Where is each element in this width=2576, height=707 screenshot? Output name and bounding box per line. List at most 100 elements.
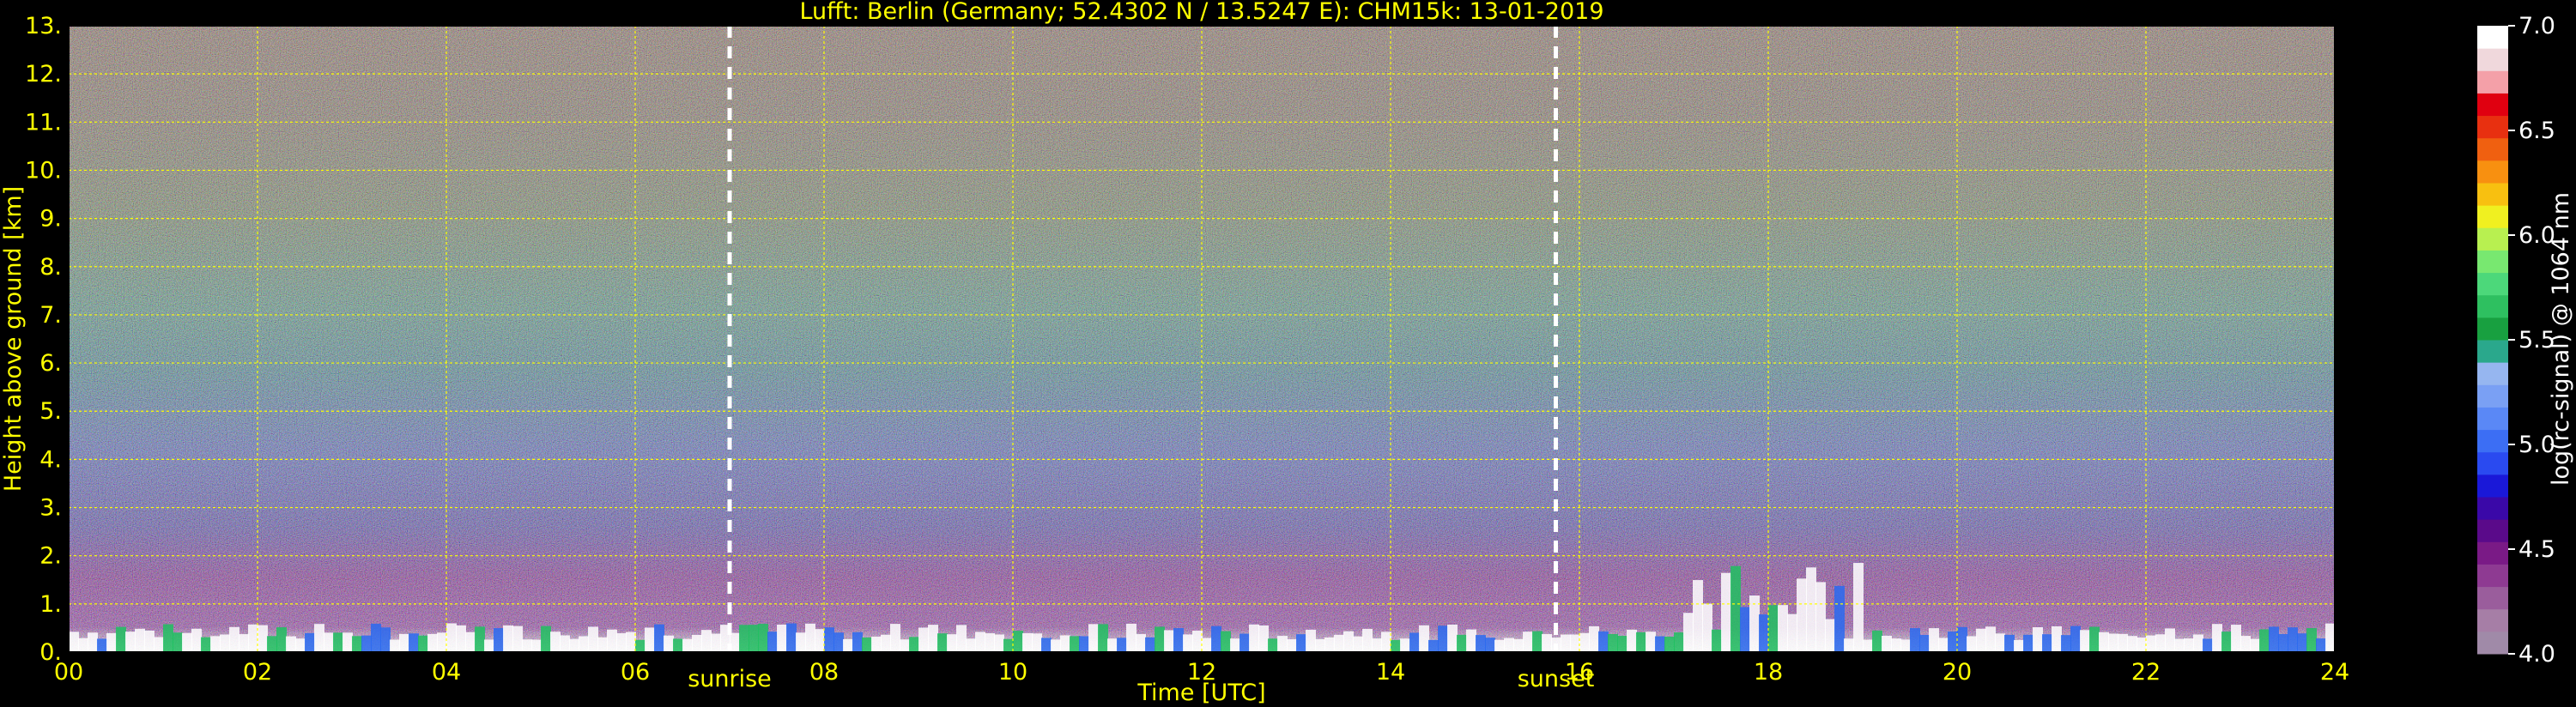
x-tick-label: 14	[1376, 659, 1405, 686]
signal-cell	[1674, 632, 1684, 652]
signal-cell	[2118, 633, 2128, 652]
signal-cell	[682, 638, 693, 652]
plot-area	[68, 25, 2336, 653]
colorbar-segment	[2477, 340, 2508, 363]
signal-cell	[975, 631, 985, 652]
signal-cell	[1022, 633, 1033, 652]
signal-cell	[1938, 638, 1949, 652]
signal-cell	[626, 631, 636, 652]
signal-cell	[1759, 614, 1769, 652]
signal-cell	[1608, 633, 1618, 652]
signal-cell	[1457, 634, 1467, 652]
signal-cell	[1891, 638, 1901, 652]
signal-cell	[2014, 639, 2024, 652]
signal-cell	[1438, 625, 1448, 652]
signal-cell	[560, 635, 570, 652]
signal-cell	[1324, 637, 1335, 652]
signal-cell	[1768, 605, 1779, 652]
signal-cell	[1919, 634, 1930, 652]
colorbar-segment	[2477, 631, 2508, 655]
signal-cell	[1778, 605, 1788, 652]
signal-cell	[909, 637, 919, 652]
signal-cell	[182, 632, 192, 652]
signal-cell	[1003, 638, 1014, 652]
signal-cell	[88, 632, 98, 652]
signal-cell	[852, 631, 863, 652]
signal-cell	[465, 631, 476, 652]
signal-cell	[843, 638, 853, 652]
signal-cell	[1995, 633, 2005, 652]
marker-label: sunrise	[688, 666, 772, 692]
signal-cell	[1787, 613, 1797, 652]
signal-cell	[2061, 635, 2071, 652]
colorbar-segment	[2477, 362, 2508, 385]
signal-cell	[550, 631, 561, 652]
signal-cell	[2297, 633, 2307, 652]
signal-cell	[494, 628, 504, 652]
signal-cell	[1721, 572, 1731, 652]
signal-cell	[1419, 625, 1429, 652]
signal-cell	[2278, 633, 2288, 652]
signal-cell	[956, 625, 967, 652]
signal-cell	[2316, 638, 2326, 652]
signal-cell	[1353, 636, 1363, 652]
y-tick-label: 0.	[39, 639, 62, 666]
signal-cell	[1221, 631, 1231, 652]
signal-cell	[305, 632, 315, 652]
signal-cell	[1740, 607, 1750, 652]
signal-cell	[163, 624, 173, 652]
signal-cell	[191, 628, 202, 652]
signal-cell	[692, 634, 702, 652]
colorbar-segment	[2477, 48, 2508, 71]
signal-cell	[994, 634, 1004, 652]
signal-cell	[1155, 626, 1165, 652]
signal-cell	[2231, 625, 2241, 652]
signal-cell	[616, 633, 627, 652]
signal-cell	[1287, 638, 1297, 652]
signal-cell	[1070, 636, 1080, 652]
signal-cell	[1164, 630, 1174, 652]
colorbar-segment	[2477, 429, 2508, 453]
signal-cell	[1985, 626, 1996, 652]
colorbar-segment	[2477, 586, 2508, 610]
colorbar-segment	[2477, 250, 2508, 274]
signal-cell	[531, 639, 542, 652]
signal-cell	[437, 632, 447, 652]
signal-cell	[1561, 634, 1571, 652]
signal-cell	[1485, 638, 1495, 652]
signal-cell	[1513, 638, 1524, 652]
ceilometer-chart: 00 02 04 06 08 10 12 14 16 18 20 22 24sunrise sunset …	[0, 0, 2574, 706]
signal-cell	[522, 639, 532, 652]
signal-cell	[2212, 624, 2222, 652]
signal-cell	[1627, 629, 1637, 652]
signal-cell	[890, 624, 900, 652]
colorbar-segment	[2477, 93, 2508, 117]
signal-cell	[418, 635, 428, 652]
signal-cell	[881, 634, 891, 652]
signal-cell	[1258, 625, 1269, 652]
y-axis-label: Height above ground [km]	[0, 186, 27, 492]
signal-cell	[173, 632, 183, 652]
colorbar-segment	[2477, 183, 2508, 206]
signal-cell	[371, 623, 381, 652]
signal-cell	[2240, 636, 2251, 652]
signal-cell	[220, 634, 230, 652]
signal-cell	[78, 638, 88, 652]
y-tick-label: 2.	[39, 543, 62, 570]
colorbar: 4.04.55.05.56.06.57.0	[2477, 13, 2555, 668]
signal-cell	[1664, 637, 1675, 652]
y-tick-label: 8.	[39, 254, 62, 281]
signal-cell	[937, 633, 948, 652]
signal-cell	[796, 632, 806, 652]
signal-cell	[900, 639, 910, 652]
signal-cell	[2127, 636, 2137, 652]
signal-cell	[390, 639, 400, 652]
x-tick-label: 10	[998, 659, 1027, 686]
signal-cell	[862, 637, 872, 652]
colorbar-segment	[2477, 519, 2508, 542]
colorbar-label: log(rc-signal) @ 1064 nm	[2548, 192, 2574, 486]
signal-cell	[2203, 638, 2213, 652]
signal-cell	[1306, 629, 1316, 652]
signal-cell	[1712, 629, 1722, 652]
signal-cell	[1579, 632, 1590, 652]
